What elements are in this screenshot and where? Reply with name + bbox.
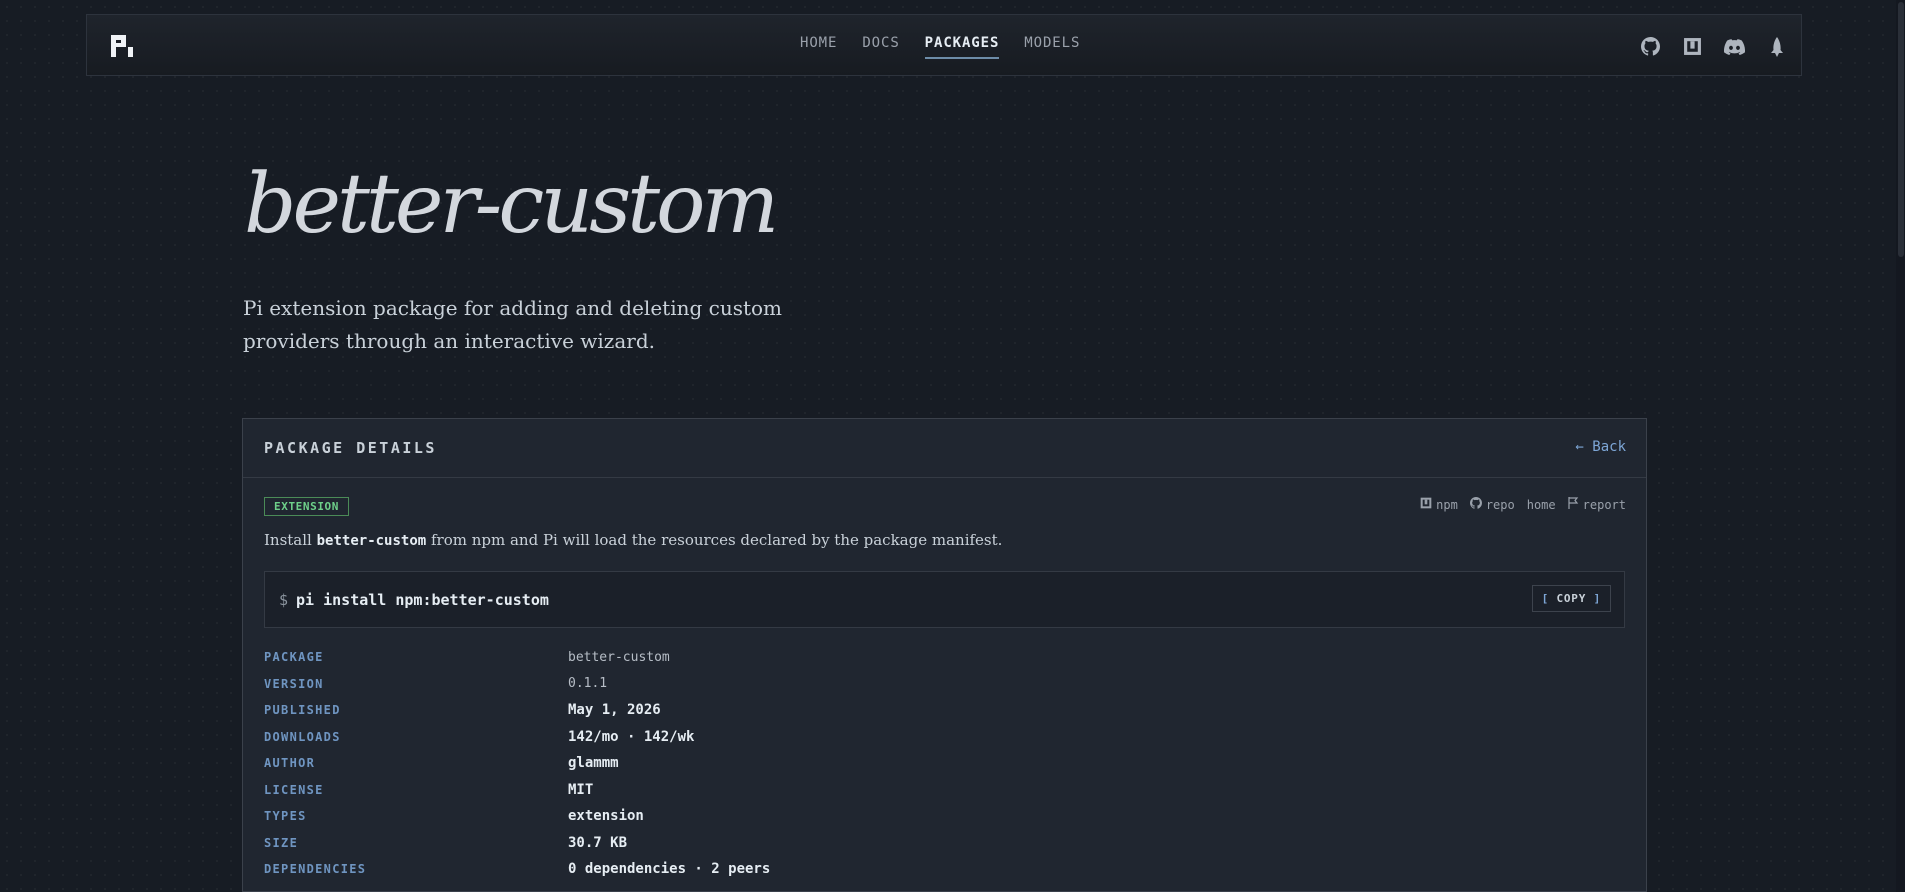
detail-key: SIZE xyxy=(264,835,299,850)
npm-link[interactable]: npm xyxy=(1420,497,1458,512)
npm-icon xyxy=(1420,497,1432,512)
detail-key: TYPES xyxy=(264,809,307,824)
package-details-panel: PACKAGE DETAILS ← Back EXTENSION npm rep… xyxy=(242,418,1647,892)
pi-logo-icon[interactable] xyxy=(111,35,135,57)
prompt-symbol: $ xyxy=(279,591,289,609)
back-link[interactable]: ← Back xyxy=(1575,439,1626,455)
social-icons xyxy=(1640,36,1787,57)
repo-link-label: repo xyxy=(1485,497,1515,512)
rocket-icon[interactable] xyxy=(1766,36,1787,57)
detail-row-author: AUTHOR glammm xyxy=(264,750,770,777)
discord-icon[interactable] xyxy=(1724,36,1745,57)
main-nav: HOME DOCS PACKAGES MODELS xyxy=(800,35,1080,59)
nav-packages[interactable]: PACKAGES xyxy=(924,35,1000,59)
detail-row-dependencies: DEPENDENCIES 0 dependencies · 2 peers xyxy=(264,856,770,883)
detail-key: LICENSE xyxy=(264,782,324,797)
detail-key: VERSION xyxy=(264,676,324,691)
detail-value: 0 dependencies · 2 peers xyxy=(568,861,771,878)
install-instructions: Install better-custom from npm and Pi wi… xyxy=(264,531,1002,549)
detail-key: DEPENDENCIES xyxy=(264,862,367,877)
scrollbar-thumb[interactable] xyxy=(1898,2,1904,257)
nav-home[interactable]: HOME xyxy=(800,35,837,55)
detail-value: better-custom xyxy=(568,649,670,665)
page-scrollbar[interactable] xyxy=(1896,0,1905,892)
detail-key: PACKAGE xyxy=(264,650,324,665)
detail-value: 0.1.1 xyxy=(568,676,608,692)
detail-row-downloads: DOWNLOADS 142/mo · 142/wk xyxy=(264,724,770,751)
detail-row-version: VERSION 0.1.1 xyxy=(264,671,770,698)
home-link[interactable]: home xyxy=(1527,498,1556,512)
copy-button-label: COPY xyxy=(1556,592,1587,605)
report-link[interactable]: report xyxy=(1568,497,1626,512)
install-command-box: $ pi install npm:better-custom [ COPY ] xyxy=(264,571,1625,628)
detail-value: MIT xyxy=(568,781,594,798)
install-command[interactable]: $ pi install npm:better-custom xyxy=(279,591,549,609)
detail-key: AUTHOR xyxy=(264,756,316,771)
home-link-label: home xyxy=(1526,497,1556,512)
flag-icon xyxy=(1568,497,1579,512)
install-package-name: better-custom xyxy=(316,533,427,549)
npm-link-label: npm xyxy=(1436,497,1458,512)
github-icon xyxy=(1469,497,1482,512)
detail-row-types: TYPES extension xyxy=(264,803,770,830)
install-prefix: Install xyxy=(264,531,317,549)
detail-value: May 1, 2026 xyxy=(568,702,661,719)
github-icon[interactable] xyxy=(1640,36,1661,57)
panel-title: PACKAGE DETAILS xyxy=(264,439,437,457)
detail-row-package: PACKAGE better-custom xyxy=(264,644,770,671)
npm-icon[interactable] xyxy=(1682,36,1703,57)
nav-docs[interactable]: DOCS xyxy=(862,35,899,55)
detail-value: 142/mo · 142/wk xyxy=(568,728,695,745)
type-badge: EXTENSION xyxy=(264,497,350,516)
detail-value[interactable]: glammm xyxy=(568,755,619,771)
panel-header: PACKAGE DETAILS ← Back xyxy=(243,419,1646,478)
command-text: pi install npm:better-custom xyxy=(296,591,549,609)
detail-key: DOWNLOADS xyxy=(264,729,341,744)
package-links: npm repo home report xyxy=(1420,497,1626,512)
top-navbar: HOME DOCS PACKAGES MODELS xyxy=(86,14,1802,76)
detail-row-license: LICENSE MIT xyxy=(264,777,770,804)
detail-row-size: SIZE 30.7 KB xyxy=(264,830,770,857)
install-suffix: from npm and Pi will load the resources … xyxy=(426,531,1003,549)
detail-row-published: PUBLISHED May 1, 2026 xyxy=(264,697,770,724)
copy-button[interactable]: [ COPY ] xyxy=(1531,585,1611,612)
detail-value: 30.7 KB xyxy=(568,834,628,851)
detail-key: PUBLISHED xyxy=(264,703,341,718)
detail-value: extension xyxy=(568,808,644,825)
page-description: Pi extension package for adding and dele… xyxy=(243,296,783,353)
repo-link[interactable]: repo xyxy=(1469,497,1515,512)
details-list: PACKAGE better-custom VERSION 0.1.1 PUBL… xyxy=(264,644,770,883)
report-link-label: report xyxy=(1582,497,1626,512)
page-title: better-custom xyxy=(244,157,779,252)
nav-models[interactable]: MODELS xyxy=(1024,35,1080,55)
